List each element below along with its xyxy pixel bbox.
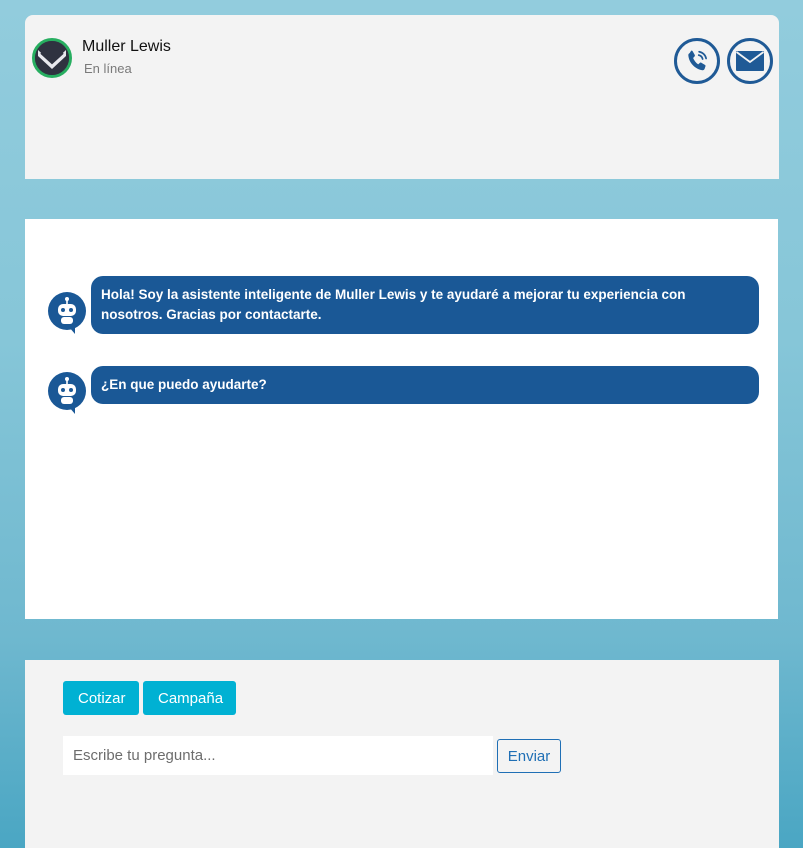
bot-message: ¿En que puedo ayudarte? [91, 366, 759, 404]
mail-icon [735, 51, 765, 71]
phone-icon [688, 50, 707, 71]
contact-name: Muller Lewis [82, 38, 171, 55]
quick-reply-cotizar-button[interactable]: Cotizar [63, 681, 139, 715]
chat-footer: Cotizar Campaña Enviar [25, 660, 779, 848]
send-button[interactable]: Enviar [497, 739, 561, 773]
bot-message: Hola! Soy la asistente inteligente de Mu… [91, 276, 759, 334]
bot-avatar-icon [47, 371, 87, 415]
email-button[interactable] [727, 38, 773, 84]
online-status: En línea [84, 61, 132, 76]
chat-messages: Hola! Soy la asistente inteligente de Mu… [25, 219, 778, 619]
avatar [32, 38, 72, 78]
phone-button[interactable] [674, 38, 720, 84]
question-input[interactable] [63, 736, 493, 775]
quick-reply-campana-button[interactable]: Campaña [143, 681, 236, 715]
bot-avatar-icon [47, 291, 87, 335]
chat-header: Muller Lewis En línea [25, 15, 779, 179]
